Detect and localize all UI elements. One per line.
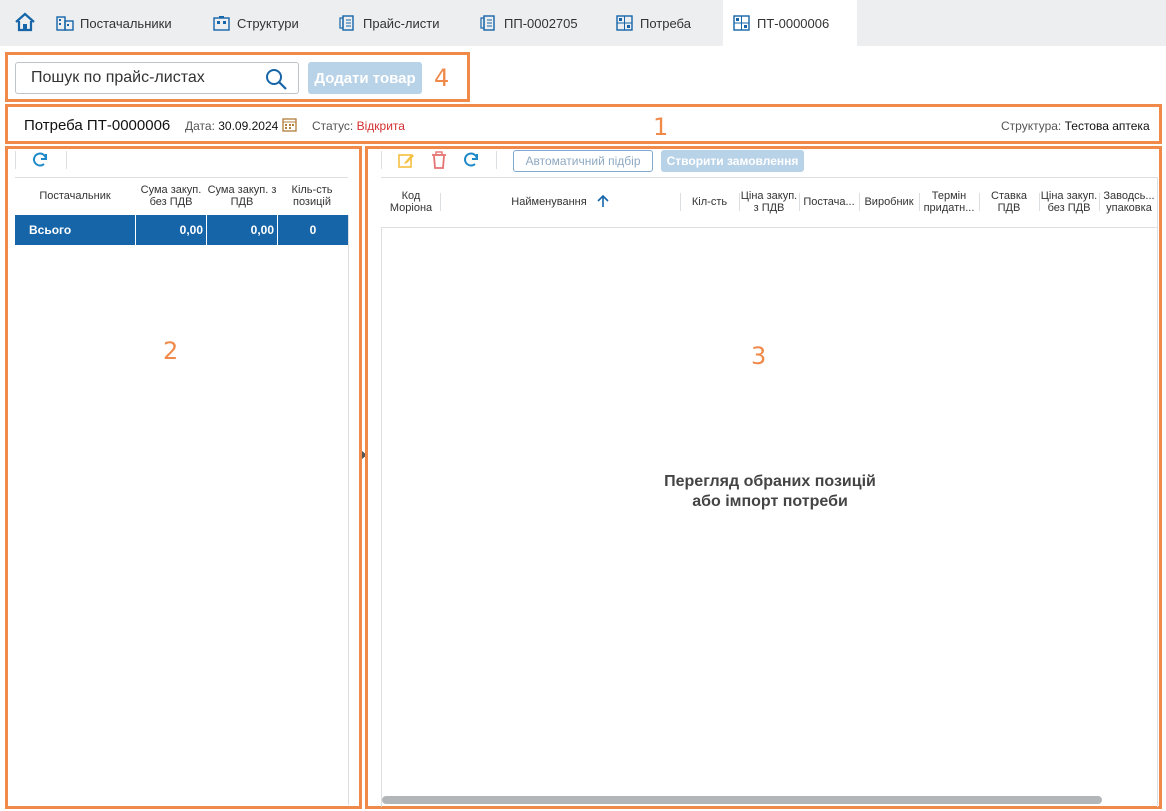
refresh-icon[interactable] xyxy=(462,151,480,174)
col-supplier[interactable]: Постача... xyxy=(800,183,858,221)
panel-border xyxy=(1157,177,1158,807)
table-row-total[interactable]: Всього 0,00 0,00 0 xyxy=(15,215,348,245)
status-field: Статус: Відкрита xyxy=(312,119,405,133)
delete-icon[interactable] xyxy=(430,151,448,174)
pricelist-icon xyxy=(480,15,495,31)
tab-structures[interactable]: Структури xyxy=(213,0,299,46)
annotation-box-4 xyxy=(5,52,470,102)
annotation-label-1: 1 xyxy=(653,113,669,141)
structure-label: Структура: xyxy=(1001,119,1062,133)
empty-state: Перегляд обраних позицій або імпорт потр… xyxy=(600,472,940,512)
col-qty[interactable]: Кіл-сть xyxy=(681,183,738,221)
date-label: Дата: xyxy=(185,119,215,133)
date-field: Дата: 30.09.2024 xyxy=(185,119,278,133)
col-manufacturer[interactable]: Виробник xyxy=(860,183,918,221)
structure-field: Структура: Тестова аптека xyxy=(1001,119,1150,133)
total-sum-vat: 0,00 xyxy=(250,223,274,237)
panel-border xyxy=(381,227,382,807)
annotation-label-4: 4 xyxy=(434,64,450,92)
annotation-box-2 xyxy=(5,146,362,809)
tab-pt-0000006[interactable]: ПТ-0000006 xyxy=(723,0,857,46)
home-icon[interactable] xyxy=(14,12,36,37)
auto-select-button[interactable]: Автоматичний підбір xyxy=(513,150,653,172)
empty-state-line2: або імпорт потреби xyxy=(692,493,848,510)
annotation-label-3: 3 xyxy=(751,342,767,370)
panel-border xyxy=(348,215,349,805)
table-header-bottom xyxy=(381,227,1158,228)
col-sum-vat[interactable]: Сума закуп. з ПДВ xyxy=(207,182,277,210)
pricelist-icon xyxy=(339,15,354,31)
col-count[interactable]: Кіль-сть позицій xyxy=(278,182,346,210)
table-header-top xyxy=(381,177,1158,178)
refresh-icon[interactable] xyxy=(31,151,49,174)
total-count: 0 xyxy=(309,223,317,237)
tab-bar: Постачальники Структури Прайс-листи ПП-0… xyxy=(0,0,1166,46)
annotation-box-1 xyxy=(5,104,1162,144)
building-icon xyxy=(56,16,74,31)
tab-suppliers[interactable]: Постачальники xyxy=(56,0,172,46)
sort-asc-icon[interactable] xyxy=(597,194,609,211)
status-badge: Відкрита xyxy=(356,119,405,133)
tab-pricelists[interactable]: Прайс-листи xyxy=(339,0,439,46)
total-label: Всього xyxy=(29,223,72,237)
tab-pp-0002705[interactable]: ПП-0002705 xyxy=(480,0,578,46)
tab-label: ПП-0002705 xyxy=(504,15,578,31)
col-sum-no-vat[interactable]: Сума закуп. без ПДВ xyxy=(136,182,206,210)
edit-icon[interactable] xyxy=(397,151,415,174)
toolbar-divider xyxy=(66,151,67,169)
grid-doc-icon xyxy=(616,15,633,31)
col-factory-pack[interactable]: Заводсь... упаковка xyxy=(1100,183,1158,221)
toolbar-divider xyxy=(381,151,382,169)
tab-label: Прайс-листи xyxy=(363,15,440,31)
create-order-button[interactable]: Створити замовлення xyxy=(661,150,804,172)
col-price-vat[interactable]: Ціна закуп. з ПДВ xyxy=(740,183,798,221)
horizontal-scrollbar[interactable] xyxy=(382,796,1102,804)
tab-need[interactable]: Потреба xyxy=(616,0,691,46)
col-price-no-vat[interactable]: Ціна закуп. без ПДВ xyxy=(1040,183,1098,221)
structure-value: Тестова аптека xyxy=(1064,119,1150,133)
toolbar-divider xyxy=(15,151,16,169)
col-name[interactable]: Найменування xyxy=(441,183,679,221)
col-supplier[interactable]: Постачальник xyxy=(15,182,135,210)
tab-label: ПТ-0000006 xyxy=(757,15,830,31)
structure-icon xyxy=(213,16,230,31)
col-vat-rate[interactable]: Ставка ПДВ xyxy=(980,183,1038,221)
page-title: Потреба ПТ-0000006 xyxy=(24,117,171,134)
date-value: 30.09.2024 xyxy=(218,119,279,133)
total-sum-no-vat: 0,00 xyxy=(179,223,203,237)
tab-label: Постачальники xyxy=(80,15,172,31)
col-morion-code[interactable]: Код Моріона xyxy=(383,183,439,221)
table-header-top xyxy=(15,177,348,178)
tab-label: Потреба xyxy=(640,15,691,31)
col-expiry[interactable]: Термін придатн... xyxy=(920,183,978,221)
toolbar-divider xyxy=(496,151,497,169)
col-name-label: Найменування xyxy=(511,196,587,208)
empty-state-line1: Перегляд обраних позицій xyxy=(664,473,876,490)
status-label: Статус: xyxy=(312,119,354,133)
grid-doc-icon xyxy=(733,15,750,31)
tab-label: Структури xyxy=(237,15,299,31)
annotation-label-2: 2 xyxy=(163,337,179,365)
calendar-icon[interactable] xyxy=(282,117,297,137)
